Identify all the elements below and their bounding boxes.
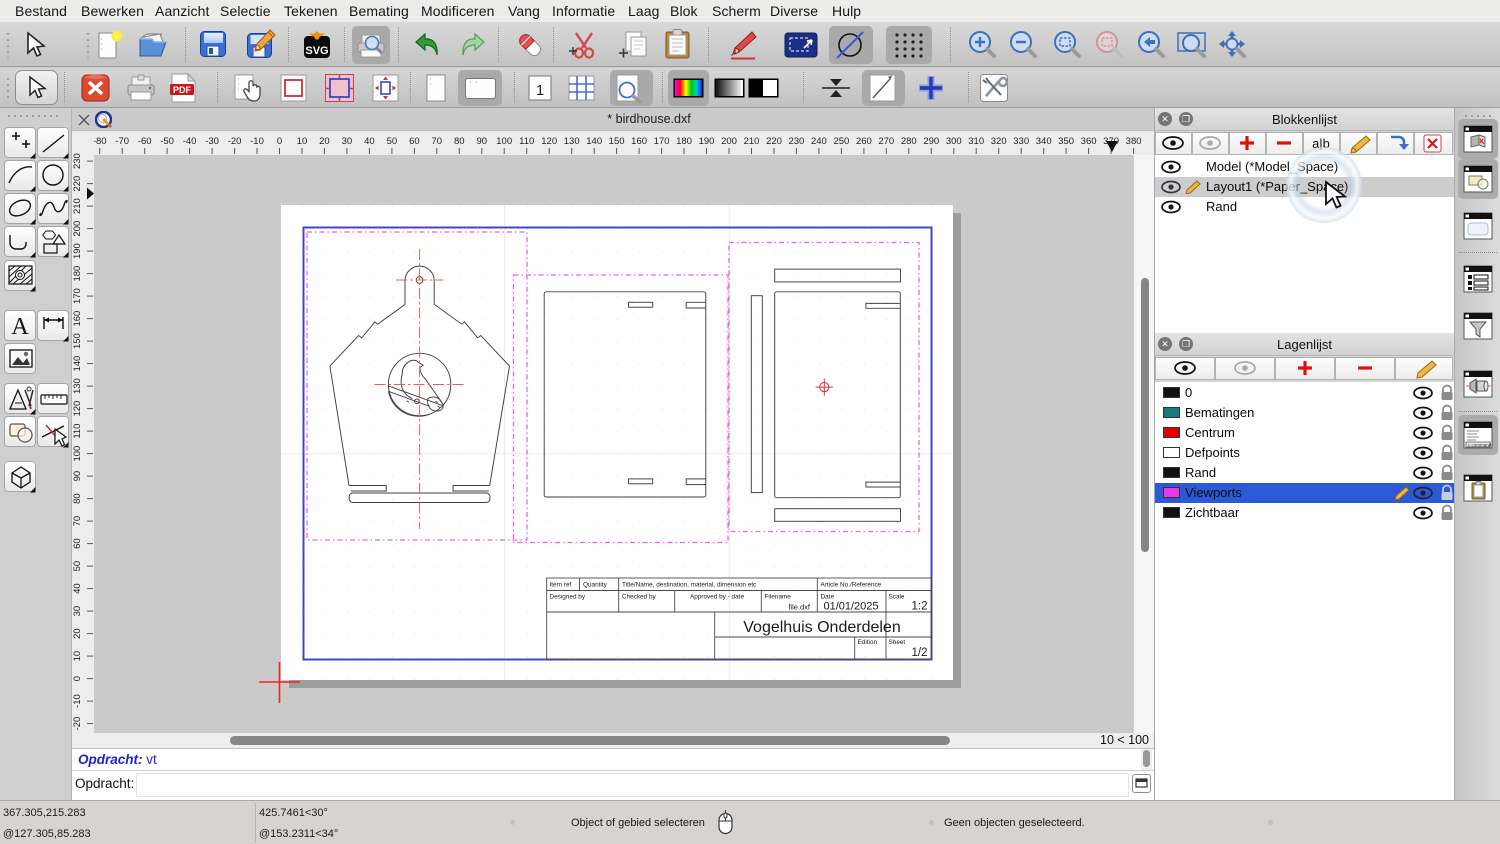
svg-text:SVG: SVG [305, 45, 328, 57]
svg-text:Vogelhuis Onderdelen: Vogelhuis Onderdelen [743, 619, 900, 636]
svg-text:100: 100 [496, 136, 512, 147]
svg-text:-20: -20 [72, 717, 83, 731]
svg-text:330: 330 [1013, 136, 1029, 147]
svg-text:50: 50 [387, 136, 398, 147]
svg-text:70: 70 [432, 136, 443, 147]
svg-text:220: 220 [766, 136, 782, 147]
svg-text:290: 290 [923, 136, 939, 147]
svg-text:70: 70 [72, 516, 83, 527]
svg-text:-80: -80 [94, 136, 107, 147]
svg-text:110: 110 [519, 136, 534, 147]
svg-text:160: 160 [631, 136, 647, 147]
svg-text:120: 120 [72, 401, 83, 417]
svg-text:Date: Date [821, 594, 835, 601]
svg-text:300: 300 [946, 136, 962, 147]
svg-text:230: 230 [788, 136, 804, 147]
svg-text:-70: -70 [115, 136, 129, 147]
svg-text:Article No./Reference: Article No./Reference [821, 582, 882, 589]
svg-text:240: 240 [811, 136, 827, 147]
svg-text:180: 180 [72, 266, 83, 282]
svg-text:Filename: Filename [765, 594, 792, 601]
svg-text:Title/Name, destination, mater: Title/Name, destination, material, dimen… [622, 582, 757, 589]
svg-text:160: 160 [72, 311, 83, 327]
svg-text:60: 60 [72, 538, 83, 549]
svg-text:1:2: 1:2 [912, 601, 928, 613]
svg-text:Sheet: Sheet [889, 639, 906, 646]
svg-text:280: 280 [901, 136, 917, 147]
svg-text:c command: c command [1468, 443, 1492, 448]
svg-text:350: 350 [1058, 136, 1074, 147]
svg-text:80: 80 [454, 136, 465, 147]
svg-text:340: 340 [1036, 136, 1052, 147]
svg-text:140: 140 [72, 356, 83, 372]
svg-text:150: 150 [609, 136, 625, 147]
svg-text:-30: -30 [205, 136, 219, 147]
svg-text:140: 140 [586, 136, 602, 147]
svg-text:110: 110 [72, 424, 83, 439]
svg-text:-20: -20 [228, 136, 242, 147]
svg-text:100: 100 [72, 446, 83, 462]
svg-text:40: 40 [72, 583, 83, 594]
svg-text:0: 0 [277, 136, 282, 147]
svg-text:170: 170 [72, 288, 83, 304]
svg-text:120: 120 [541, 136, 557, 147]
svg-text:0: 0 [72, 676, 83, 681]
svg-text:1/2: 1/2 [912, 647, 928, 659]
svg-text:40: 40 [364, 136, 375, 147]
svg-text:Scale: Scale [889, 594, 905, 601]
svg-text:150: 150 [72, 333, 83, 349]
svg-text:-60: -60 [138, 136, 152, 147]
svg-text:-10: -10 [250, 136, 264, 147]
svg-text:PDF: PDF [173, 85, 192, 95]
svg-text:-50: -50 [160, 136, 174, 147]
svg-text:-10: -10 [72, 694, 83, 708]
svg-text:200: 200 [721, 136, 737, 147]
svg-text:220: 220 [72, 176, 83, 192]
svg-text:200: 200 [72, 221, 83, 237]
svg-text:A: A [11, 314, 29, 340]
svg-text:260: 260 [856, 136, 872, 147]
svg-text:30: 30 [72, 606, 83, 617]
svg-text:Checked by: Checked by [622, 594, 657, 601]
svg-text:190: 190 [72, 243, 83, 259]
svg-text:90: 90 [72, 471, 83, 482]
svg-text:130: 130 [72, 378, 83, 394]
svg-text:130: 130 [564, 136, 580, 147]
svg-text:210: 210 [72, 198, 83, 214]
svg-text:10: 10 [72, 651, 83, 662]
svg-text:Designed by: Designed by [550, 594, 586, 601]
svg-text:250: 250 [833, 136, 849, 147]
svg-text:50: 50 [72, 561, 83, 572]
svg-text:20: 20 [319, 136, 330, 147]
svg-text:30: 30 [342, 136, 353, 147]
svg-text:60: 60 [409, 136, 420, 147]
svg-text:file.dxf: file.dxf [788, 603, 811, 612]
svg-text:10: 10 [297, 136, 308, 147]
svg-text:1: 1 [536, 82, 544, 99]
svg-text:380: 380 [1126, 136, 1142, 147]
svg-text:01/01/2025: 01/01/2025 [823, 601, 878, 613]
svg-text:-40: -40 [183, 136, 197, 147]
svg-text:20: 20 [72, 628, 83, 639]
svg-text:360: 360 [1081, 136, 1097, 147]
svg-text:210: 210 [744, 136, 760, 147]
svg-text:Edition: Edition [858, 639, 878, 646]
svg-text:80: 80 [72, 493, 83, 504]
svg-text:90: 90 [477, 136, 488, 147]
svg-text:310: 310 [968, 136, 984, 147]
svg-text:180: 180 [676, 136, 692, 147]
svg-text:Quantity: Quantity [583, 582, 608, 589]
svg-text:190: 190 [699, 136, 715, 147]
svg-text:Approved by - date: Approved by - date [690, 594, 744, 601]
svg-text:270: 270 [878, 136, 894, 147]
svg-text:170: 170 [654, 136, 670, 147]
svg-text:Item ref: Item ref [550, 582, 572, 589]
svg-text:230: 230 [72, 153, 83, 169]
svg-text:320: 320 [991, 136, 1007, 147]
